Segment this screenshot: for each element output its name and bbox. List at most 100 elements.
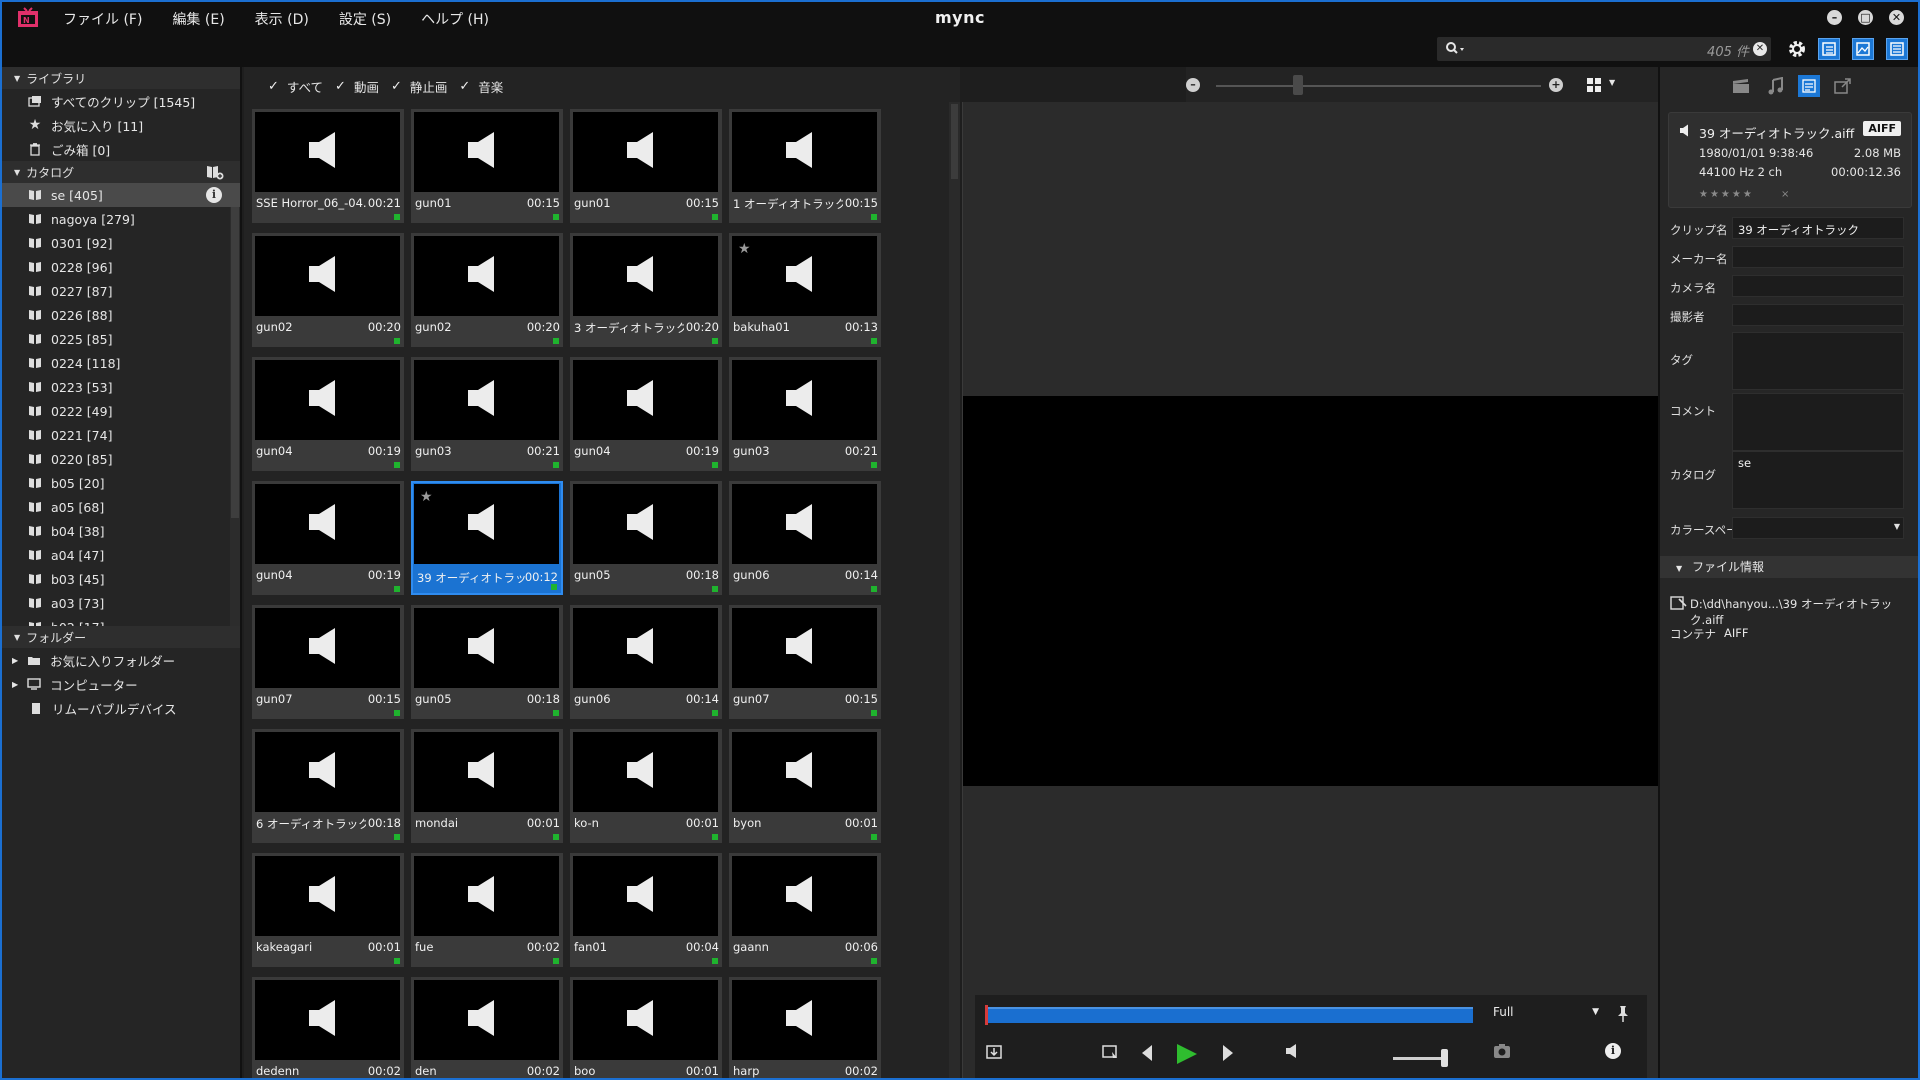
clip-tile[interactable]: kakeagari 00:01 [252,853,404,967]
volume-icon[interactable] [1285,1043,1301,1059]
clip-tile[interactable]: gun04 00:19 [570,357,722,471]
clip-tile[interactable]: gun05 00:18 [411,605,563,719]
clip-tile[interactable]: den 00:02 [411,977,563,1078]
thumbnail-size-slider[interactable] [1216,85,1541,87]
expand-arrow-icon[interactable]: ▶ [12,656,18,665]
library-section-header[interactable]: ▼ ライブラリ [2,67,240,89]
filter-video[interactable]: ✓ 動画 [335,77,379,96]
volume-knob[interactable] [1441,1049,1448,1067]
file-path[interactable]: D:\dd\hanyou...\39 オーディオトラック.aiff [1690,596,1918,628]
maker-input[interactable] [1732,246,1904,268]
sidebar-item-catalog[interactable]: 0224 [118] [2,351,240,375]
snapshot-camera-icon[interactable] [1493,1043,1511,1059]
clip-tile[interactable]: dedenn 00:02 [252,977,404,1078]
clip-tile[interactable]: mondai 00:01 [411,729,563,843]
seek-bar[interactable] [985,1007,1473,1023]
clip-tile[interactable]: gun06 00:14 [570,605,722,719]
clip-tile[interactable]: boo 00:01 [570,977,722,1078]
clip-tile[interactable]: gun01 00:15 [570,109,722,223]
search-icon[interactable] [1445,41,1467,57]
sidebar-item-catalog[interactable]: 0226 [88] [2,303,240,327]
sidebar-item-catalog[interactable]: se [405] i [2,183,240,207]
clip-tile[interactable]: gaann 00:06 [729,853,881,967]
checkmark-icon[interactable]: ✓ [335,79,346,94]
sidebar-item-catalog[interactable]: 0220 [85] [2,447,240,471]
sidebar-item-catalog[interactable]: a04 [47] [2,543,240,567]
clip-tile[interactable]: byon 00:01 [729,729,881,843]
maximize-button[interactable]: □ [1858,10,1873,25]
sidebar-item-catalog[interactable]: 0227 [87] [2,279,240,303]
checkmark-icon[interactable]: ✓ [459,79,470,94]
clip-tile[interactable]: gun03 00:21 [411,357,563,471]
checkmark-icon[interactable]: ✓ [391,79,402,94]
clip-tile[interactable]: 3 オーディオトラック 00:20 [570,233,722,347]
info-icon[interactable]: i [1605,1043,1621,1059]
tab-export[interactable] [1832,75,1854,97]
clip-tile[interactable]: gun06 00:14 [729,481,881,595]
tab-metadata[interactable] [1798,75,1820,97]
sidebar-item-catalog[interactable]: 0222 [49] [2,399,240,423]
tag-input[interactable] [1732,332,1904,390]
zoom-out-icon[interactable]: – [1186,78,1200,92]
import-icon[interactable] [985,1043,1003,1061]
expand-arrow-icon[interactable]: ▶ [12,680,18,689]
clip-tile[interactable]: gun02 00:20 [411,233,563,347]
add-catalog-icon[interactable] [206,164,224,180]
minimize-button[interactable]: – [1827,10,1842,25]
filter-still[interactable]: ✓ 静止画 [391,77,447,96]
clip-tile[interactable]: harp 00:02 [729,977,881,1078]
clip-tile[interactable]: 1 オーディオトラック 00:15 [729,109,881,223]
rating-stars[interactable]: ★★★★★ [1699,189,1754,200]
sidebar-item-catalog[interactable]: 0301 [92] [2,231,240,255]
catalog-section-header[interactable]: ▼ カタログ [2,161,240,183]
clip-tile[interactable]: ko-n 00:01 [570,729,722,843]
clip-tile[interactable]: fue 00:02 [411,853,563,967]
detail-view-button[interactable] [1886,38,1908,60]
search-box[interactable]: 405 件 ✕ [1437,37,1771,61]
checkmark-icon[interactable]: ✓ [268,79,279,94]
volume-slider[interactable] [1393,1057,1447,1060]
clip-tile[interactable]: ★ 39 オーディオトラック 00:12 [411,481,563,595]
sidebar-item-catalog[interactable]: nagoya [279] [2,207,240,231]
clip-tile[interactable]: gun07 00:15 [252,605,404,719]
playhead[interactable] [985,1005,988,1025]
camera-input[interactable] [1732,275,1904,297]
sidebar-item-catalog[interactable]: b05 [20] [2,471,240,495]
clip-tile[interactable]: fan01 00:04 [570,853,722,967]
sidebar-item-catalog[interactable]: 0221 [74] [2,423,240,447]
folder-section-header[interactable]: ▼ フォルダー [2,626,240,648]
clip-tile[interactable]: 6 オーディオトラック 00:18 [252,729,404,843]
clip-tile[interactable]: SSE Horror_06_-04.R 00:21 [252,109,404,223]
sidebar-item-catalog[interactable]: a03 [73] [2,591,240,615]
sidebar-item-all-clips[interactable]: すべてのクリップ [1545] [2,89,240,113]
sidebar-item-computer[interactable]: ▶ コンピューター [2,672,240,696]
file-info-section-header[interactable]: ▼ ファイル情報 [1660,556,1918,578]
list-view-button[interactable] [1818,38,1840,60]
tab-video[interactable] [1730,75,1752,97]
filter-music[interactable]: ✓ 音楽 [459,77,503,96]
sidebar-item-trash[interactable]: ごみ箱 [0] [2,137,240,161]
close-button[interactable]: ✕ [1889,10,1904,25]
sidebar-item-catalog[interactable]: b02 [17] [2,615,240,626]
sidebar-item-catalog[interactable]: a05 [68] [2,495,240,519]
catalog-input[interactable]: se [1732,451,1904,509]
color-space-select[interactable] [1732,517,1904,539]
info-icon[interactable]: i [206,187,222,203]
sidebar-item-favorite-folders[interactable]: ▶ お気に入りフォルダー [2,648,240,672]
clip-tile[interactable]: ★ bakuha01 00:13 [729,233,881,347]
clear-rating-button[interactable]: × [1781,189,1789,200]
pin-icon[interactable] [1615,1005,1631,1023]
play-icon[interactable] [1175,1043,1199,1065]
gear-icon[interactable] [1787,39,1807,59]
sidebar-item-catalog[interactable]: 0223 [53] [2,375,240,399]
clip-tile[interactable]: gun01 00:15 [411,109,563,223]
sidebar-item-catalog[interactable]: 0225 [85] [2,327,240,351]
step-forward-icon[interactable] [1221,1043,1235,1063]
filter-all[interactable]: ✓ すべて [268,77,323,96]
sidebar-item-catalog[interactable]: 0228 [96] [2,255,240,279]
slider-knob[interactable] [1293,75,1303,95]
sidebar-item-catalog[interactable]: b03 [45] [2,567,240,591]
clip-tile[interactable]: gun04 00:19 [252,481,404,595]
sidebar-item-favorites[interactable]: ★ お気に入り [11] [2,113,240,137]
clip-tile[interactable]: gun05 00:18 [570,481,722,595]
